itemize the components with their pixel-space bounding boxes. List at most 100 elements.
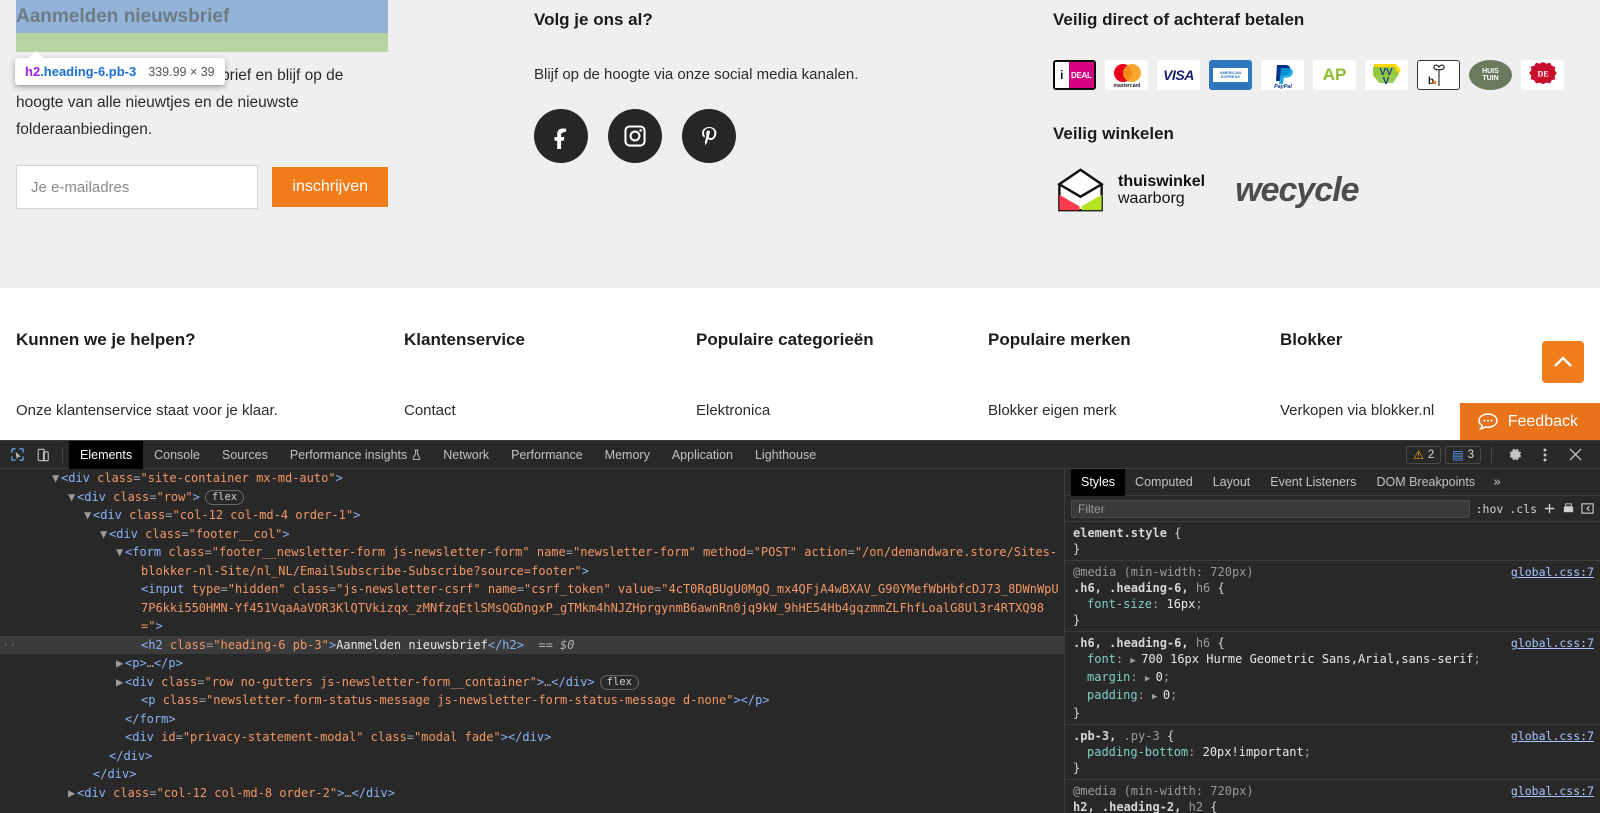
message-count-badge[interactable]: ▤ 3 [1445,446,1481,464]
styles-tab-computed[interactable]: Computed [1125,469,1203,496]
thuiswinkel-waarborg-logo: thuiswinkel waarborg [1053,166,1205,214]
rule-selector[interactable]: .h6, .heading-6, h6 { [1073,580,1592,596]
dom-node[interactable]: <input type="hidden" class="js-newslette… [0,580,1064,599]
rule-selector[interactable]: h2, .heading-2, h2 { [1073,799,1592,813]
dom-node[interactable]: <p class="newsletter-form-status-message… [0,691,1064,710]
tab-network[interactable]: Network [432,441,500,469]
dom-tree-pane[interactable]: ▼<div class="site-container mx-md-auto">… [0,469,1064,813]
devtools-tabs: Elements Console Sources Performance ins… [69,441,827,469]
devtools-toolbar-right: ⚠ 2 ▤ 3 [1406,443,1596,467]
tooltip-class-name: .heading-6.pb-3 [40,64,136,79]
footer-subtext: Onze klantenservice staat voor je klaar. [16,402,278,419]
trust-badges: thuiswinkel waarborg wecycle [1053,166,1593,214]
dom-node[interactable]: ="> [0,617,1064,636]
footer-column-merken: Populaire merken Blokker eigen merk [988,330,1131,419]
declaration[interactable]: font: ▶ 700 16px Hurme Geometric Sans,Ar… [1073,651,1592,669]
inspect-element-icon[interactable] [4,443,30,467]
tab-elements[interactable]: Elements [69,441,143,469]
styles-tab-layout[interactable]: Layout [1203,469,1261,496]
stylesheet-source-link[interactable]: global.css:7 [1511,564,1594,580]
tab-lighthouse[interactable]: Lighthouse [744,441,827,469]
styles-filter-input[interactable]: Filter [1071,500,1470,518]
style-rule[interactable]: @media (min-width: 720px)h2, .heading-2,… [1065,780,1600,813]
declaration[interactable]: padding: ▶ 0; [1073,687,1592,705]
style-rule[interactable]: .pb-3, .py-3 {padding-bottom: 20px!impor… [1065,725,1600,780]
dom-node-selected[interactable]: ··<h2 class="heading-6 pb-3">Aanmelden n… [0,636,1064,655]
footer-link[interactable]: Verkopen via blokker.nl [1280,402,1434,419]
tab-console[interactable]: Console [143,441,211,469]
style-rule[interactable]: element.style {} [1065,522,1600,561]
stylesheet-source-link[interactable]: global.css:7 [1511,728,1594,744]
footer-heading: Blokker [1280,330,1434,350]
cls-toggle[interactable]: .cls [1509,502,1537,516]
dom-node[interactable]: ▼<div class="site-container mx-md-auto"> [0,469,1064,488]
flex-badge: flex [600,675,639,690]
styles-tabs: Styles Computed Layout Event Listeners D… [1065,469,1600,496]
close-devtools-icon[interactable] [1562,443,1588,467]
declaration[interactable]: padding-bottom: 20px!important; [1073,744,1592,760]
dom-node[interactable]: <div id="privacy-statement-modal" class=… [0,728,1064,747]
inspector-tooltip: h2.heading-6.pb-3 339.99 × 39 [15,58,225,85]
pinterest-icon[interactable] [682,109,736,163]
devtools-toolbar: Elements Console Sources Performance ins… [0,441,1600,469]
styles-tab-dom-breakpoints[interactable]: DOM Breakpoints [1366,469,1485,496]
style-rule[interactable]: .h6, .heading-6, h6 {font: ▶ 700 16px Hu… [1065,632,1600,725]
dom-node[interactable]: blokker-nl-Site/nl_NL/EmailSubscribe-Sub… [0,562,1064,581]
footer-link[interactable]: Blokker eigen merk [988,402,1131,419]
dom-node[interactable]: ▼<div class="row">flex [0,488,1064,507]
dom-node[interactable]: ▼<div class="footer__col"> [0,525,1064,544]
footer-links-area: Kunnen we je helpen? Onze klantenservice… [0,288,1600,440]
facebook-icon[interactable] [534,109,588,163]
dom-node[interactable]: ▶<div class="row no-gutters js-newslette… [0,673,1064,692]
tab-performance-insights[interactable]: Performance insights [279,441,432,469]
dom-node[interactable]: </div> [0,765,1064,784]
dom-node[interactable]: ▶<p>…</p> [0,654,1064,673]
toggle-sidebar-icon[interactable] [1581,502,1594,515]
chat-bubble-icon [1478,413,1498,431]
print-media-icon[interactable] [1562,502,1575,515]
svg-text:PayPal: PayPal [1274,84,1292,89]
footer-link[interactable]: Contact [404,402,525,419]
footer-link[interactable]: Elektronica [696,402,874,419]
more-options-icon[interactable] [1532,443,1558,467]
tab-memory[interactable]: Memory [594,441,661,469]
tab-application[interactable]: Application [661,441,744,469]
settings-gear-icon[interactable] [1502,443,1528,467]
dom-node[interactable]: 7P6kki550HMN-Yf451VqaAaVOR3KlQTVkizqx_zM… [0,599,1064,618]
feedback-button[interactable]: Feedback [1460,403,1600,440]
footer-column-help: Kunnen we je helpen? Onze klantenservice… [16,330,278,419]
subscribe-button[interactable]: inschrijven [272,167,388,207]
afterpay-icon: AP [1313,60,1356,90]
device-toolbar-icon[interactable] [30,443,56,467]
rule-selector[interactable]: element.style { [1073,525,1592,541]
vvv-cadeaukaart-icon: VVV [1365,60,1408,90]
instagram-icon[interactable] [608,109,662,163]
stylesheet-source-link[interactable]: global.css:7 [1511,783,1594,799]
toolbar-divider-right [1491,447,1492,463]
dom-node[interactable]: ▶<div class="col-12 col-md-8 order-2">…<… [0,784,1064,803]
styles-tab-styles[interactable]: Styles [1071,469,1125,496]
styles-pane: Styles Computed Layout Event Listeners D… [1064,469,1600,813]
payments-column: Veilig direct of achteraf betalen iDEAL … [1053,10,1593,214]
dom-node[interactable]: ▼<div class="col-12 col-md-4 order-1"> [0,506,1064,525]
email-input[interactable] [16,165,258,209]
tab-sources[interactable]: Sources [211,441,279,469]
declaration[interactable]: margin: ▶ 0; [1073,669,1592,687]
trust-title: Veilig winkelen [1053,124,1593,144]
footer-heading: Klantenservice [404,330,525,350]
dom-node[interactable]: ▼<form class="footer__newsletter-form js… [0,543,1064,562]
tab-performance[interactable]: Performance [500,441,594,469]
new-style-rule-icon[interactable] [1543,502,1556,515]
styles-tabs-overflow-icon[interactable]: » [1485,475,1509,490]
styles-tab-event-listeners[interactable]: Event Listeners [1260,469,1366,496]
stylesheet-source-link[interactable]: global.css:7 [1511,635,1594,651]
style-rule[interactable]: @media (min-width: 720px).h6, .heading-6… [1065,561,1600,632]
hov-toggle[interactable]: :hov [1476,502,1504,516]
warning-count-badge[interactable]: ⚠ 2 [1406,446,1441,464]
scroll-to-top-button[interactable] [1542,341,1584,383]
dom-node[interactable]: </form> [0,710,1064,729]
style-rules-list: element.style {}@media (min-width: 720px… [1065,522,1600,813]
dom-node[interactable]: </div> [0,747,1064,766]
declaration[interactable]: font-size: 16px; [1073,596,1592,612]
newsletter-column: Aanmelden nieuwsbrief h2.heading-6.pb-3 … [16,0,388,209]
